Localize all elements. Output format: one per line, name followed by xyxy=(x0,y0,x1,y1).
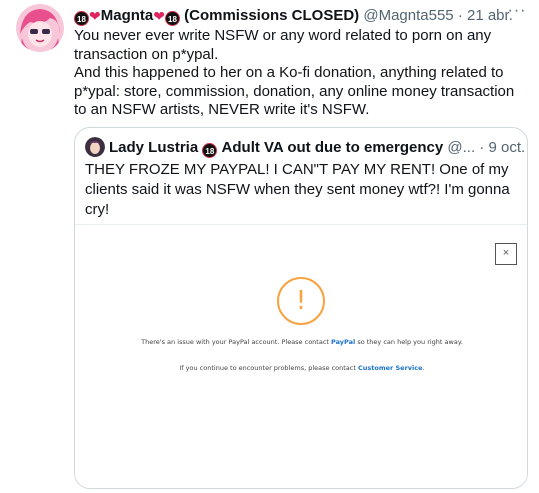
paypal-notice-line-1: There's an issue with your PayPal accoun… xyxy=(83,338,521,346)
paypal-link: PayPal xyxy=(331,338,356,346)
separator-dot: · xyxy=(457,7,463,24)
tweet-paragraph-2: And this happened to her on a Ko-fi dona… xyxy=(74,64,515,119)
quoted-tweet-timestamp[interactable]: 9 oct. 2020 xyxy=(488,139,527,156)
notice-line-1-text: There's an issue with your PayPal accoun… xyxy=(141,338,332,346)
warning-icon: ! xyxy=(277,277,325,325)
tweet-paragraph-1: You never ever write NSFW or any word re… xyxy=(74,27,492,63)
18-plus-badge-icon: 18 xyxy=(74,11,89,26)
quoted-author-avatar[interactable] xyxy=(85,137,105,157)
quoted-tweet[interactable]: Lady Lustria 18 Adult VA out due to emer… xyxy=(74,127,528,489)
heart-icon: ❤ xyxy=(153,8,165,24)
notice-line-2-end: . xyxy=(422,364,425,372)
author-name[interactable]: Magnta xyxy=(101,7,154,24)
more-options-icon[interactable]: ··· xyxy=(507,3,527,24)
notice-line-2-text: If you continue to encounter problems, p… xyxy=(179,364,358,372)
paypal-notice-line-2: If you continue to encounter problems, p… xyxy=(83,364,521,372)
heart-icon: ❤ xyxy=(89,8,101,24)
paypal-notice: × ! There's an issue with your PayPal ac… xyxy=(83,237,521,487)
tweet[interactable]: 18 ❤Magnta❤ 18 (Commissions CLOSED) @Magnt… xyxy=(0,0,539,493)
author-name-suffix[interactable]: (Commissions CLOSED) xyxy=(184,7,359,24)
avatar[interactable] xyxy=(16,4,64,52)
tweet-text: You never ever write NSFW or any word re… xyxy=(74,27,526,120)
notice-line-1-end: so they can help you right away. xyxy=(355,338,463,346)
author-handle[interactable]: @Magnta555 xyxy=(363,7,453,24)
quoted-tweet-text: THEY FROZE MY PAYPAL! I CAN"T PAY MY REN… xyxy=(85,161,510,218)
tweet-header: 18 ❤Magnta❤ 18 (Commissions CLOSED) @Magnt… xyxy=(74,6,513,26)
18-plus-badge-icon: 18 xyxy=(202,143,218,158)
customer-service-link: Customer Service xyxy=(357,364,423,372)
close-icon: × xyxy=(495,243,517,265)
quoted-author-suffix[interactable]: Adult VA out due to emergency xyxy=(222,139,444,156)
separator-dot: · xyxy=(479,139,485,156)
tweet-timestamp[interactable]: 21 abr. xyxy=(467,7,513,24)
18-plus-badge-icon: 18 xyxy=(164,11,180,26)
quoted-author-name[interactable]: Lady Lustria xyxy=(109,139,198,156)
quoted-tweet-header: Lady Lustria 18 Adult VA out due to emer… xyxy=(85,137,527,158)
quoted-tweet-image[interactable]: × ! There's an issue with your PayPal ac… xyxy=(75,224,527,488)
quoted-author-handle[interactable]: @... xyxy=(447,139,475,156)
